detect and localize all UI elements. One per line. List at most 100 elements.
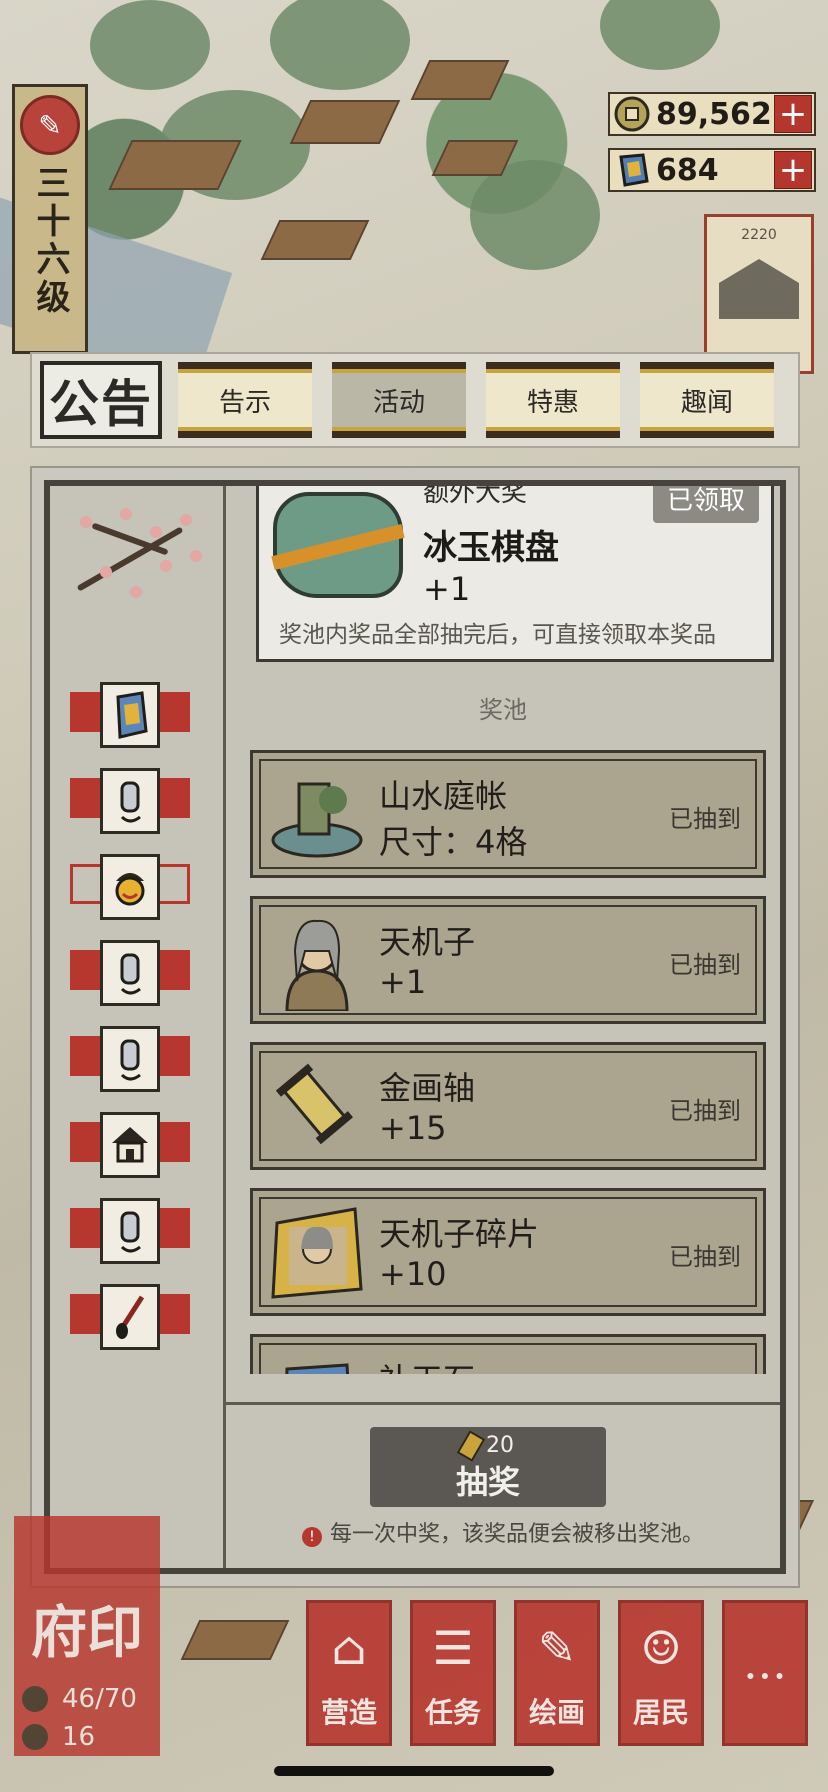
task-icon: ☰ — [432, 1621, 474, 1675]
resident-label: 居民 — [632, 1696, 689, 1729]
category-item[interactable] — [70, 768, 190, 834]
bottle-icon — [100, 1026, 160, 1092]
player-level-banner[interactable]: ✎ 三十六级 — [12, 84, 88, 354]
tab-anecdotes[interactable]: 趣闻 — [640, 362, 774, 438]
population-stat: 46/70 — [22, 1684, 137, 1714]
paint-button[interactable]: ✎ 绘画 — [514, 1600, 600, 1746]
population-value: 46/70 — [62, 1684, 137, 1714]
prize-row: 金画轴 +15 已抽到 — [250, 1042, 766, 1170]
prize-name: 天机子碎片 — [379, 1215, 540, 1253]
paint-label: 绘画 — [528, 1696, 585, 1729]
category-item[interactable] — [70, 1198, 190, 1264]
prize-row: 山水庭帐 尺寸：4格 已抽到 — [250, 750, 766, 878]
build-icon: ⌂ — [331, 1621, 367, 1675]
grand-prize-card: 额外大奖 已领取 冰玉棋盘 +1 奖池内奖品全部抽完后，可直接领取本奖品 — [256, 486, 774, 662]
draw-note: ! 每一次中奖，该奖品便会被移出奖池。 — [226, 1516, 780, 1548]
category-item[interactable] — [70, 682, 190, 748]
prize-status: 已抽到 — [669, 1097, 741, 1125]
event-category-sidebar — [50, 486, 226, 1568]
paint-icon: ✎ — [537, 1621, 577, 1675]
jade-counter: 684 + — [608, 148, 816, 192]
prize-detail: 尺寸：4格 — [379, 823, 528, 861]
prize-name: 补天石 — [379, 1355, 475, 1374]
prize-pool-area: 额外大奖 已领取 冰玉棋盘 +1 奖池内奖品全部抽完后，可直接领取本奖品 奖池 … — [226, 486, 780, 1568]
category-item[interactable] — [70, 1026, 190, 1092]
grand-prize-name: 冰玉棋盘 — [423, 528, 559, 568]
scroll-icon — [267, 1057, 367, 1157]
face-icon — [22, 1724, 48, 1750]
grand-prize-heading: 额外大奖 — [423, 486, 528, 508]
more-icon: ··· — [743, 1649, 787, 1703]
prize-status: 已抽到 — [669, 1243, 741, 1271]
jade-icon — [612, 150, 652, 190]
draw-button-label: 抽奖 — [455, 1463, 520, 1501]
jade-icon — [100, 682, 160, 748]
tab-specials[interactable]: 特惠 — [486, 362, 620, 438]
garden-icon — [267, 765, 367, 865]
announcement-tabs: 公告 告示 活动 特惠 趣闻 — [30, 352, 800, 448]
house-icon — [100, 1112, 160, 1178]
resident-button[interactable]: ☺ 居民 — [618, 1600, 704, 1746]
building-icon — [719, 259, 799, 319]
category-item[interactable] — [70, 1112, 190, 1178]
draw-area: 20 抽奖 ! 每一次中奖，该奖品便会被移出奖池。 — [226, 1402, 780, 1568]
category-item[interactable] — [70, 1284, 190, 1350]
prize-status: 已抽到 — [669, 805, 741, 833]
happiness-stat: 16 — [22, 1722, 95, 1752]
build-button[interactable]: ⌂ 营造 — [306, 1600, 392, 1746]
brush-icon: ✎ — [20, 95, 80, 155]
prize-name: 天机子 — [379, 923, 476, 961]
sage-portrait-icon — [267, 911, 367, 1011]
category-item[interactable] — [70, 940, 190, 1006]
draw-button[interactable]: 20 抽奖 — [370, 1427, 606, 1507]
warning-icon: ! — [301, 1527, 322, 1547]
add-jade-button[interactable]: + — [774, 150, 812, 190]
building-card[interactable]: 2220 — [704, 214, 814, 374]
portrait-fragment-icon — [267, 1203, 367, 1303]
plum-blossom-decoration — [60, 496, 210, 606]
draw-cost-value: 20 — [486, 1433, 514, 1458]
home-indicator[interactable] — [274, 1766, 554, 1776]
grand-prize-note: 奖池内奖品全部抽完后，可直接领取本奖品 — [279, 622, 716, 648]
prize-detail: +15 — [379, 1109, 447, 1147]
prize-detail: +10 — [379, 1255, 447, 1293]
seal-panel[interactable]: 府印 46/70 16 — [14, 1516, 160, 1756]
coin-icon — [612, 94, 652, 134]
event-panel: 额外大奖 已领取 冰玉棋盘 +1 奖池内奖品全部抽完后，可直接领取本奖品 奖池 … — [30, 466, 800, 1588]
jade-chessboard-icon — [273, 492, 403, 598]
bottle-icon — [100, 940, 160, 1006]
prize-status: 已抽到 — [669, 951, 741, 979]
draw-note-text: 每一次中奖，该奖品便会被移出奖池。 — [329, 1522, 704, 1547]
pool-title: 奖池 — [479, 696, 527, 724]
task-label: 任务 — [424, 1696, 481, 1729]
claimed-badge: 已领取 — [652, 486, 759, 523]
coin-amount: 89,562 — [656, 96, 772, 132]
prize-row: 天机子 +1 已抽到 — [250, 896, 766, 1024]
prize-row: 补天石 — [250, 1334, 766, 1374]
announcement-title: 公告 — [40, 361, 162, 439]
prize-name: 金画轴 — [379, 1069, 476, 1107]
grand-prize-quantity: +1 — [423, 570, 471, 608]
draw-cost: 20 — [370, 1430, 606, 1462]
prize-name: 山水庭帐 — [379, 777, 508, 815]
more-button[interactable]: ··· — [722, 1600, 808, 1746]
prize-list[interactable]: 山水庭帐 尺寸：4格 已抽到 天机子 +1 已抽到 金画轴 +15 已抽到 天机… — [250, 750, 770, 1374]
stone-icon — [267, 1349, 367, 1374]
prize-row: 天机子碎片 +10 已抽到 — [250, 1188, 766, 1316]
build-label: 营造 — [320, 1696, 377, 1729]
prize-detail: +1 — [379, 963, 427, 1001]
add-coins-button[interactable]: + — [774, 94, 812, 134]
task-button[interactable]: ☰ 任务 — [410, 1600, 496, 1746]
building-card-number: 2220 — [741, 227, 777, 243]
tab-events[interactable]: 活动 — [332, 362, 466, 438]
bottle-icon — [100, 768, 160, 834]
jade-amount: 684 — [656, 152, 719, 188]
seal-title: 府印 — [31, 1600, 143, 1666]
category-item-selected[interactable] — [70, 854, 190, 920]
coin-counter: 89,562 + — [608, 92, 816, 136]
face-icon — [100, 854, 160, 920]
tab-notice[interactable]: 告示 — [178, 362, 312, 438]
player-level: 三十六级 — [30, 165, 70, 317]
resident-icon: ☺ — [640, 1621, 682, 1675]
resident-icon — [22, 1686, 48, 1712]
